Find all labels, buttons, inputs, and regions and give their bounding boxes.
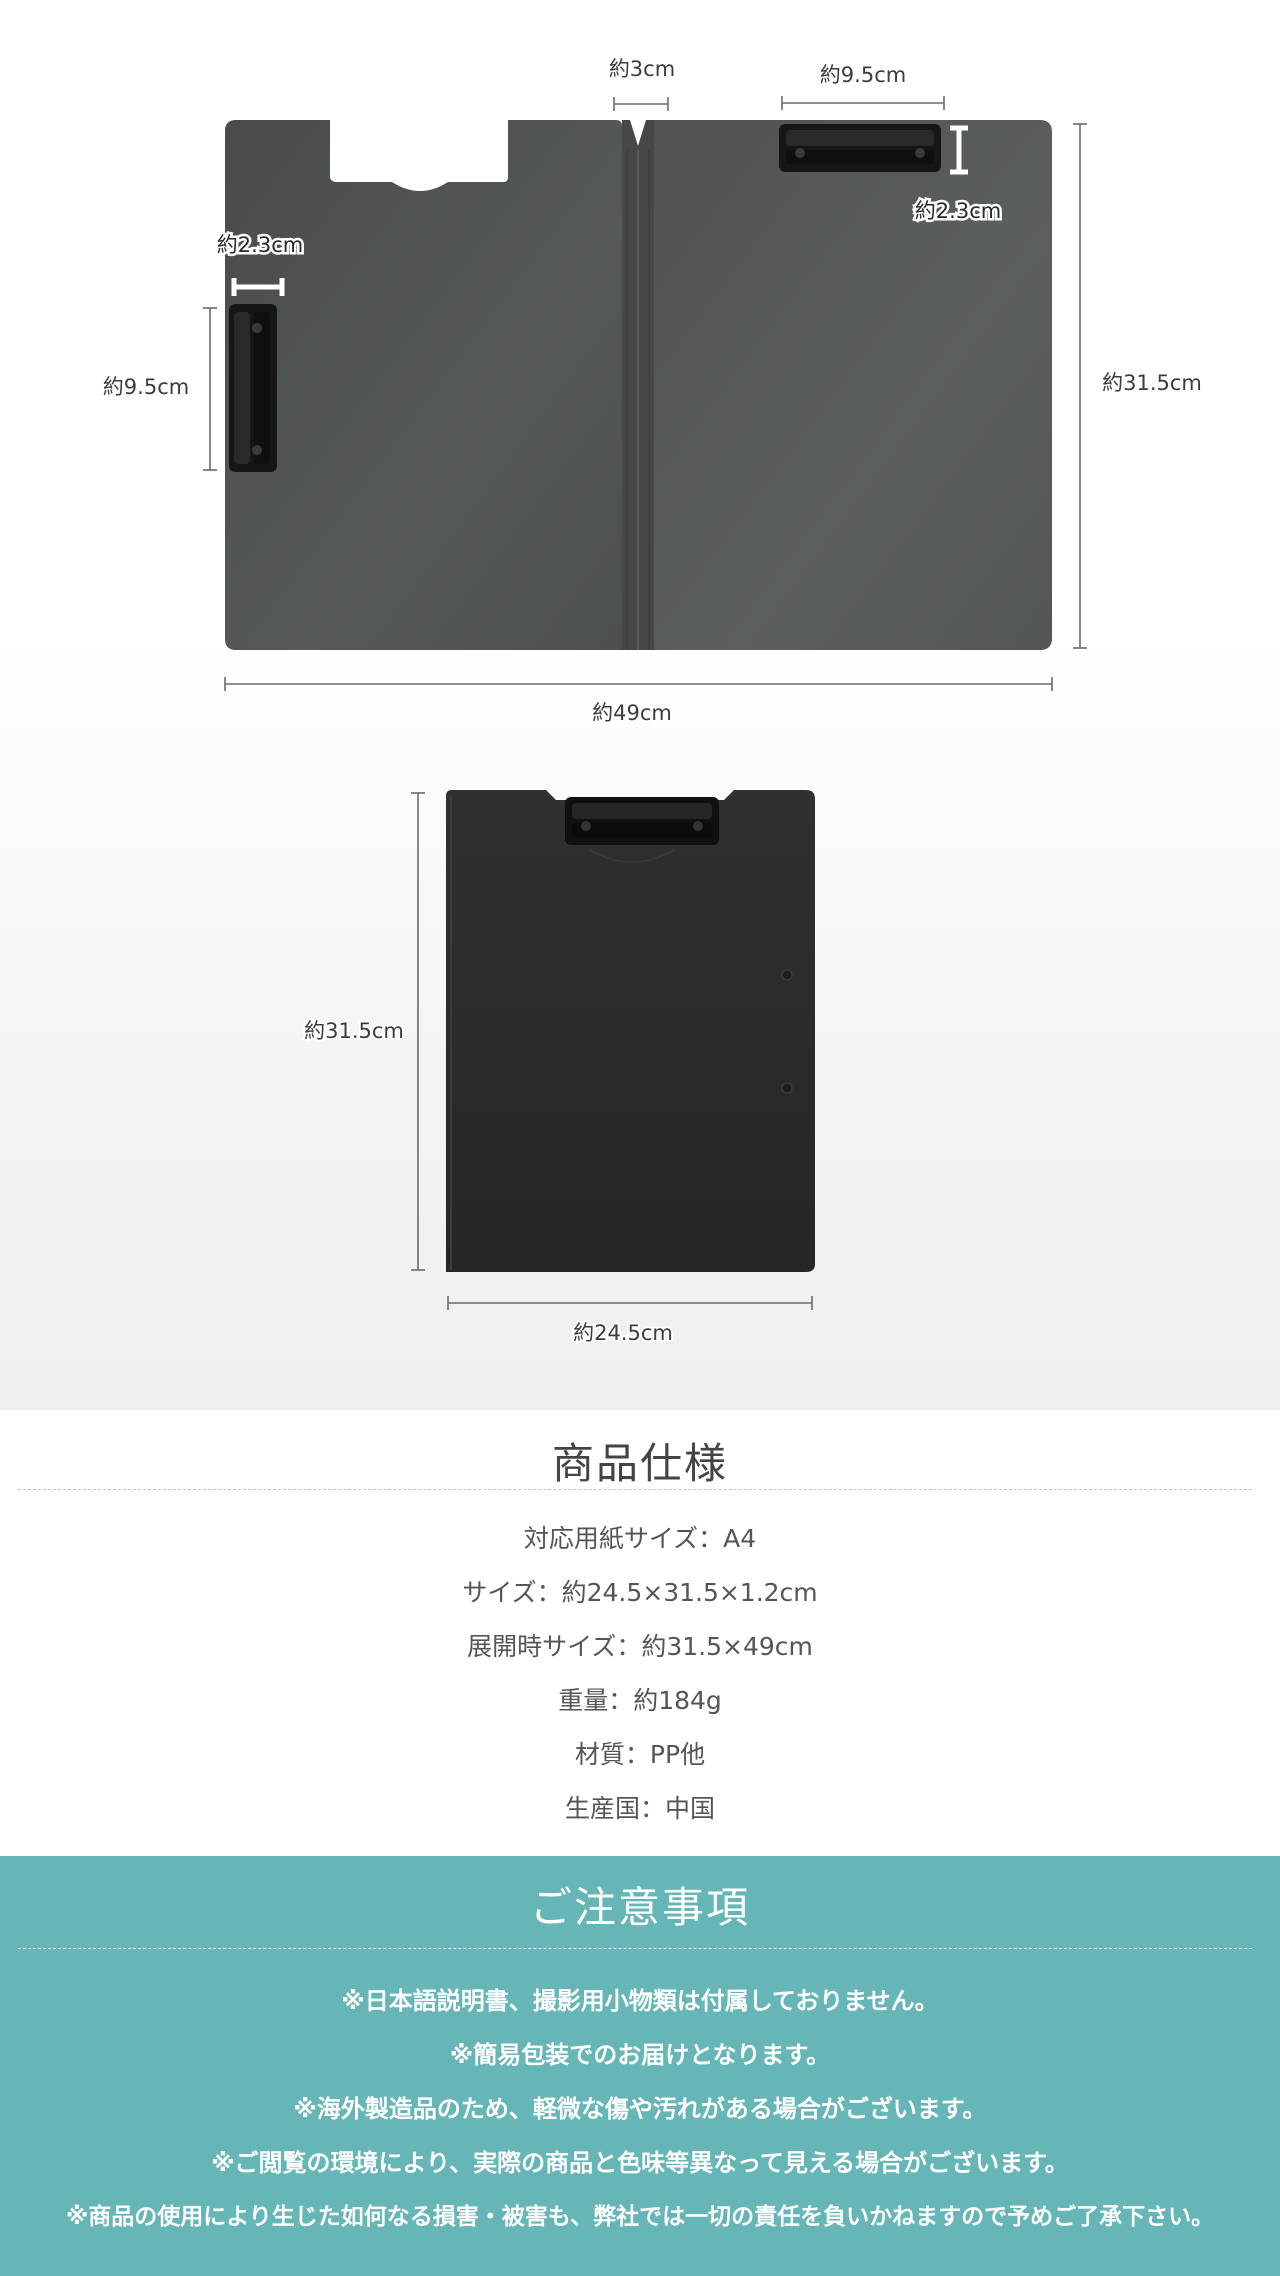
product-photo-section: 約3cm 約9.5cm 約2.3cm 約2.3cm 約9.5cm 約31.5cm… — [0, 0, 1280, 1410]
open-top-clip-width-label: 約9.5cm — [820, 63, 906, 87]
closed-clipboard — [446, 790, 815, 1272]
product-spec-section: 商品仕様 対応用紙サイズ：A4 サイズ：約24.5×31.5×1.2cm 展開時… — [0, 1410, 1280, 1856]
caution-item-packaging: ※簡易包装でのお届けとなります。 — [449, 2041, 831, 2069]
caution-list: ※日本語説明書、撮影用小物類は付属しておりません。 ※簡易包装でのお届けとなりま… — [0, 1974, 1280, 2244]
caution-section: ご注意事項 ※日本語説明書、撮影用小物類は付属しておりません。 ※簡易包装でのお… — [0, 1856, 1280, 2276]
product-dimension-illustration: 約3cm 約9.5cm 約2.3cm 約2.3cm 約9.5cm 約31.5cm… — [101, 55, 1204, 1347]
open-left-clip-depth-label: 約2.3cm — [217, 233, 303, 257]
open-top-clip-height-label: 約2.3cm — [915, 199, 1001, 223]
spec-divider — [18, 1489, 1252, 1490]
open-left-panel — [225, 120, 622, 650]
closed-rivet-top — [781, 969, 793, 981]
open-height-label: 約31.5cm — [1102, 371, 1202, 395]
closed-clip-icon — [565, 797, 719, 845]
open-spine-width-label: 約3cm — [609, 57, 675, 81]
caution-item-liability: ※商品の使用により生じた如何なる損害・被害も、弊社では一切の責任を負いかねますの… — [65, 2204, 1215, 2230]
spec-item-paper-size: 対応用紙サイズ：A4 — [523, 1524, 757, 1553]
closed-width-label: 約24.5cm — [573, 1321, 673, 1345]
open-spine — [622, 120, 654, 650]
left-clip-icon — [229, 304, 277, 472]
open-left-clip-length-label: 約9.5cm — [103, 375, 189, 399]
top-clip-icon — [779, 124, 941, 172]
spec-item-size: サイズ：約24.5×31.5×1.2cm — [462, 1578, 818, 1607]
closed-rivet-bottom — [781, 1082, 793, 1094]
spec-item-open-size: 展開時サイズ：約31.5×49cm — [467, 1632, 813, 1661]
caution-divider — [18, 1948, 1252, 1949]
open-width-label: 約49cm — [592, 701, 672, 725]
closed-height-label: 約31.5cm — [304, 1019, 404, 1043]
spec-item-weight: 重量：約184g — [558, 1686, 722, 1715]
caution-title: ご注意事項 — [529, 1883, 750, 1932]
caution-item-manual: ※日本語説明書、撮影用小物類は付属しておりません。 — [341, 1987, 939, 2015]
spec-title: 商品仕様 — [551, 1439, 728, 1488]
spec-item-material: 材質：PP他 — [574, 1740, 706, 1769]
spec-item-origin: 生産国：中国 — [564, 1794, 715, 1823]
product-detail-page: 約3cm 約9.5cm 約2.3cm 約2.3cm 約9.5cm 約31.5cm… — [0, 0, 1280, 2276]
caution-item-color: ※ご閲覧の環境により、実際の商品と色味等異なって見える場合がございます。 — [211, 2149, 1069, 2177]
caution-item-scratches: ※海外製造品のため、軽微な傷や汚れがある場合がございます。 — [293, 2095, 987, 2123]
spec-list: 対応用紙サイズ：A4 サイズ：約24.5×31.5×1.2cm 展開時サイズ：約… — [0, 1512, 1280, 1836]
